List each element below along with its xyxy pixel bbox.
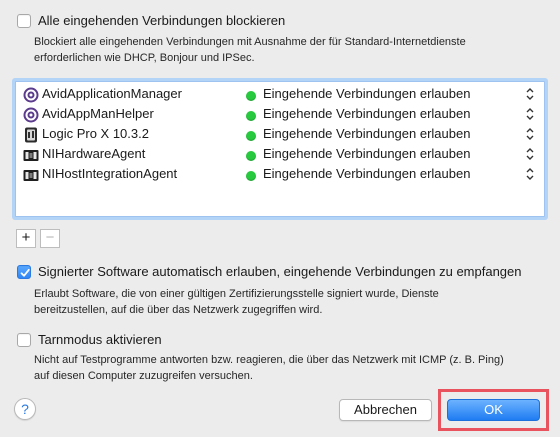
- signed-software-label: Signierter Software automatisch erlauben…: [38, 264, 522, 279]
- app-name: AvidAppManHelper: [42, 106, 154, 121]
- chevron-updown-icon[interactable]: [524, 86, 536, 102]
- list-item[interactable]: AvidAppManHelper Eingehende Verbindungen…: [16, 104, 544, 124]
- app-status[interactable]: Eingehende Verbindungen erlauben: [263, 86, 470, 101]
- list-item[interactable]: AvidApplicationManager Eingehende Verbin…: [16, 84, 544, 104]
- chevron-updown-icon[interactable]: [524, 106, 536, 122]
- chevron-updown-icon[interactable]: [524, 146, 536, 162]
- stealth-mode-description: Nicht auf Testprogramme antworten bzw. r…: [34, 354, 504, 382]
- signed-software-description: Erlaubt Software, die von einer gültigen…: [34, 288, 439, 316]
- list-item[interactable]: NIHostIntegrationAgent Eingehende Verbin…: [16, 164, 544, 184]
- checkmark-icon: [20, 268, 30, 277]
- ni-agent-icon: [23, 147, 39, 163]
- logic-pro-icon: [23, 127, 39, 143]
- chevron-updown-icon[interactable]: [524, 126, 536, 142]
- block-all-description: Blockiert alle eingehenden Verbindungen …: [34, 36, 466, 64]
- status-allowed-icon: [246, 91, 256, 101]
- status-allowed-icon: [246, 131, 256, 141]
- app-name: NIHostIntegrationAgent: [42, 166, 178, 181]
- list-item[interactable]: NIHardwareAgent Eingehende Verbindungen …: [16, 144, 544, 164]
- ni-agent-icon: [23, 167, 39, 183]
- ok-button[interactable]: OK: [447, 399, 540, 421]
- avid-icon: [23, 87, 39, 103]
- block-all-checkbox[interactable]: [17, 14, 31, 28]
- chevron-updown-icon[interactable]: [524, 166, 536, 182]
- signed-software-checkbox[interactable]: [17, 265, 31, 279]
- add-app-button[interactable]: +: [16, 229, 36, 248]
- app-status[interactable]: Eingehende Verbindungen erlauben: [263, 166, 470, 181]
- cancel-button[interactable]: Abbrechen: [339, 399, 432, 421]
- app-name: Logic Pro X 10.3.2: [42, 126, 149, 141]
- status-allowed-icon: [246, 151, 256, 161]
- stealth-mode-checkbox[interactable]: [17, 333, 31, 347]
- status-allowed-icon: [246, 171, 256, 181]
- block-all-label: Alle eingehenden Verbindungen blockieren: [38, 13, 286, 28]
- app-status[interactable]: Eingehende Verbindungen erlauben: [263, 106, 470, 121]
- app-name: AvidApplicationManager: [42, 86, 182, 101]
- app-status[interactable]: Eingehende Verbindungen erlauben: [263, 146, 470, 161]
- status-allowed-icon: [246, 111, 256, 121]
- app-list[interactable]: AvidApplicationManager Eingehende Verbin…: [15, 81, 545, 217]
- app-status[interactable]: Eingehende Verbindungen erlauben: [263, 126, 470, 141]
- remove-app-button[interactable]: −: [40, 229, 60, 248]
- app-name: NIHardwareAgent: [42, 146, 146, 161]
- avid-icon: [23, 107, 39, 123]
- stealth-mode-label: Tarnmodus aktivieren: [38, 332, 162, 347]
- list-item[interactable]: Logic Pro X 10.3.2 Eingehende Verbindung…: [16, 124, 544, 144]
- help-button[interactable]: ?: [14, 398, 36, 420]
